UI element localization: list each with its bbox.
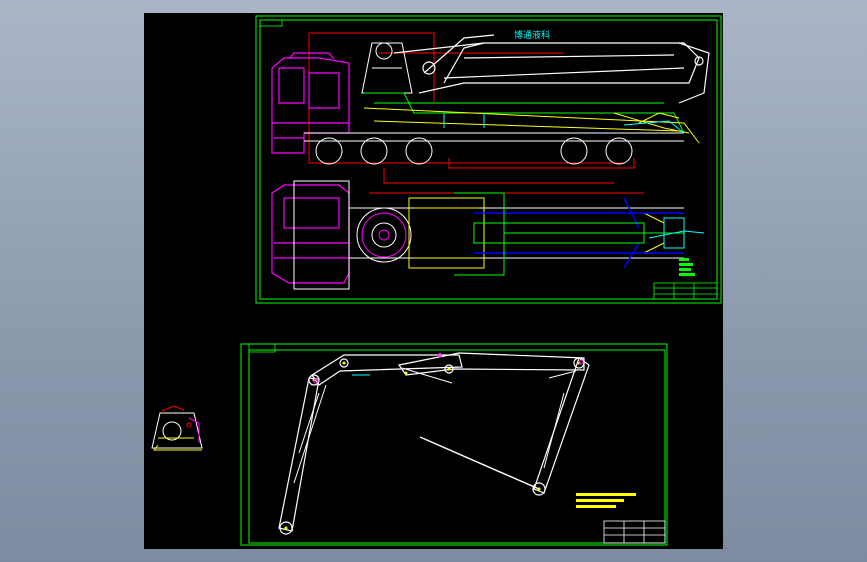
sheet-2-header-box <box>248 343 276 353</box>
turret-side-view <box>361 42 413 94</box>
boom-unfolded <box>278 352 590 535</box>
sheet-2-title-block <box>603 520 666 544</box>
wheel-1 <box>315 137 343 165</box>
sheet-2-outer-border <box>240 343 668 546</box>
chassis-top-view <box>293 180 684 290</box>
truck-cab-top-view <box>271 184 350 284</box>
sheet-2-notes <box>576 493 636 508</box>
sheet-2-inner-border <box>248 349 666 544</box>
slewing-ring-top-view <box>356 207 412 263</box>
boom-cylinders <box>293 367 577 484</box>
turret-detail-view <box>151 405 203 451</box>
cad-model-viewport[interactable]: 博通液科 <box>144 13 723 549</box>
sheet-1-title-block <box>653 282 718 300</box>
truck-cab-side-view <box>271 52 350 154</box>
sheet-1-banner-text: 博通液科 <box>514 29 550 41</box>
wheel-3 <box>405 137 433 165</box>
boom-pins <box>284 361 581 530</box>
wheel-5 <box>605 137 633 165</box>
pump-unit-side-view <box>364 92 685 134</box>
sheet-1-notes-block <box>679 258 695 276</box>
boom-folded-side-view <box>393 34 710 104</box>
wheel-4 <box>560 137 588 165</box>
sheet-1-inner-border <box>259 19 718 300</box>
wheel-2 <box>360 137 388 165</box>
pump-unit-top-view <box>454 192 684 276</box>
sheet-1-truck-assembly: 博通液科 <box>255 15 722 304</box>
sheet-1-header-box <box>259 19 283 27</box>
sheet-2-boom-assembly <box>240 343 668 546</box>
chassis-side-view <box>304 132 684 165</box>
cad-drawing-canvas: 博通液科 <box>151 15 722 546</box>
